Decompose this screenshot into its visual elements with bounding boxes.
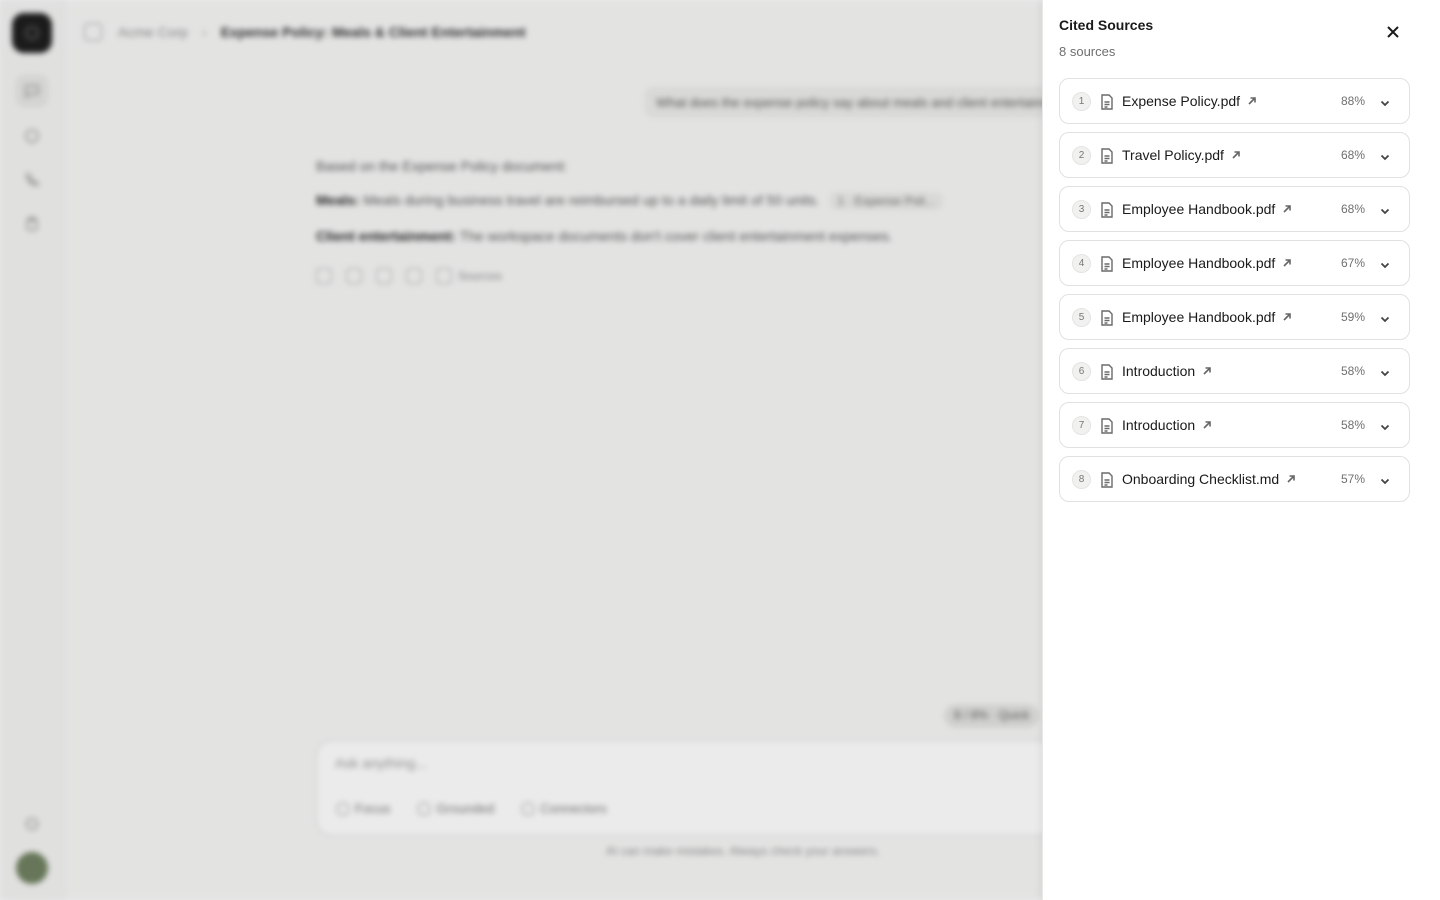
- source-score: 68%: [1340, 148, 1365, 162]
- source-score: 58%: [1340, 418, 1365, 432]
- document-icon: [1100, 418, 1114, 434]
- chevron-down-icon[interactable]: [1379, 96, 1391, 108]
- document-icon: [1100, 256, 1114, 272]
- source-name: Expense Policy.pdf: [1122, 93, 1241, 109]
- source-number: 6: [1072, 362, 1091, 381]
- document-icon: [1100, 364, 1114, 380]
- document-icon: [1100, 472, 1114, 488]
- source-card[interactable]: 3 Employee Handbook.pdf 68%: [1059, 186, 1410, 232]
- source-number: 4: [1072, 254, 1091, 273]
- source-number: 5: [1072, 308, 1091, 327]
- chevron-down-icon[interactable]: [1379, 312, 1391, 324]
- source-number: 1: [1072, 92, 1091, 111]
- source-number: 3: [1072, 200, 1091, 219]
- source-score: 67%: [1340, 256, 1365, 270]
- source-number: 8: [1072, 470, 1091, 489]
- source-score: 58%: [1340, 364, 1365, 378]
- cited-sources-panel: Cited Sources 8 sources 1 Expense Policy…: [1042, 0, 1440, 900]
- external-link-icon: [1286, 474, 1296, 484]
- modal-overlay[interactable]: [0, 0, 1042, 900]
- external-link-icon: [1231, 150, 1241, 160]
- panel-subtitle: 8 sources: [1059, 44, 1116, 59]
- source-name-link[interactable]: Employee Handbook.pdf: [1122, 201, 1292, 217]
- chevron-down-icon[interactable]: [1379, 474, 1391, 486]
- source-number: 2: [1072, 146, 1091, 165]
- external-link-icon: [1202, 420, 1212, 430]
- source-card[interactable]: 8 Onboarding Checklist.md 57%: [1059, 456, 1410, 502]
- source-card[interactable]: 4 Employee Handbook.pdf 67%: [1059, 240, 1410, 286]
- source-name: Introduction: [1122, 417, 1196, 433]
- chevron-down-icon[interactable]: [1379, 150, 1391, 162]
- chevron-down-icon[interactable]: [1379, 420, 1391, 432]
- chevron-down-icon[interactable]: [1379, 204, 1391, 216]
- source-card[interactable]: 2 Travel Policy.pdf 68%: [1059, 132, 1410, 178]
- source-score: 88%: [1340, 94, 1365, 108]
- source-name-link[interactable]: Expense Policy.pdf: [1122, 93, 1257, 109]
- source-number: 7: [1072, 416, 1091, 435]
- source-card[interactable]: 7 Introduction 58%: [1059, 402, 1410, 448]
- source-score: 57%: [1340, 472, 1365, 486]
- document-icon: [1100, 202, 1114, 218]
- source-name: Employee Handbook.pdf: [1122, 309, 1276, 325]
- close-icon: [1387, 26, 1399, 38]
- document-icon: [1100, 148, 1114, 164]
- source-card[interactable]: 1 Expense Policy.pdf 88%: [1059, 78, 1410, 124]
- source-name-link[interactable]: Introduction: [1122, 363, 1212, 379]
- source-name-link[interactable]: Employee Handbook.pdf: [1122, 309, 1292, 325]
- source-name: Employee Handbook.pdf: [1122, 201, 1276, 217]
- source-list: 1 Expense Policy.pdf 88% 2 Travel Policy…: [1059, 78, 1410, 510]
- source-score: 59%: [1340, 310, 1365, 324]
- chevron-down-icon[interactable]: [1379, 258, 1391, 270]
- panel-title: Cited Sources: [1059, 17, 1154, 33]
- document-icon: [1100, 310, 1114, 326]
- source-name-link[interactable]: Travel Policy.pdf: [1122, 147, 1241, 163]
- source-card[interactable]: 6 Introduction 58%: [1059, 348, 1410, 394]
- source-name: Employee Handbook.pdf: [1122, 255, 1276, 271]
- source-name: Onboarding Checklist.md: [1122, 471, 1280, 487]
- external-link-icon: [1247, 96, 1257, 106]
- external-link-icon: [1202, 366, 1212, 376]
- external-link-icon: [1282, 204, 1292, 214]
- external-link-icon: [1282, 258, 1292, 268]
- external-link-icon: [1282, 312, 1292, 322]
- source-name-link[interactable]: Introduction: [1122, 417, 1212, 433]
- source-name: Travel Policy.pdf: [1122, 147, 1224, 163]
- source-name: Introduction: [1122, 363, 1196, 379]
- close-button[interactable]: [1381, 20, 1405, 44]
- source-score: 68%: [1340, 202, 1365, 216]
- document-icon: [1100, 94, 1114, 110]
- source-name-link[interactable]: Employee Handbook.pdf: [1122, 255, 1292, 271]
- source-name-link[interactable]: Onboarding Checklist.md: [1122, 471, 1296, 487]
- chevron-down-icon[interactable]: [1379, 366, 1391, 378]
- source-card[interactable]: 5 Employee Handbook.pdf 59%: [1059, 294, 1410, 340]
